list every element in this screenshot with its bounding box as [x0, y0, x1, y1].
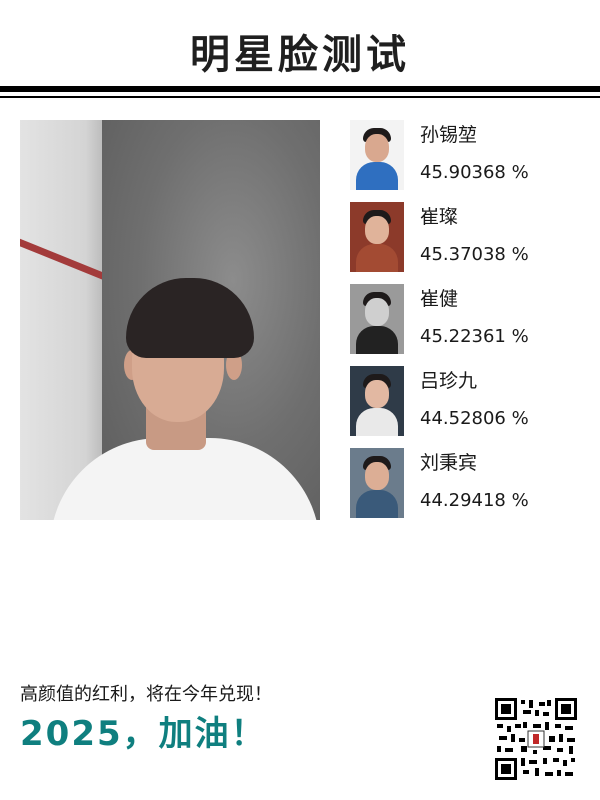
similarity-score: 44.52806 %	[420, 408, 529, 429]
qr-code-icon	[493, 696, 579, 782]
header-divider-thin	[0, 96, 600, 98]
match-result-item: 吕珍九 44.52806 %	[350, 366, 590, 436]
match-result-item: 刘秉宾 44.29418 %	[350, 448, 590, 518]
user-photo	[20, 120, 320, 520]
celebrity-name: 崔健	[420, 288, 459, 310]
similarity-score: 45.22361 %	[420, 326, 529, 347]
celebrity-name: 孙锡堃	[420, 124, 478, 146]
celebrity-name: 崔璨	[420, 206, 459, 228]
similarity-score: 44.29418 %	[420, 490, 529, 511]
match-result-item: 崔璨 45.37038 %	[350, 202, 590, 272]
celebrity-photo	[350, 120, 404, 190]
cheer-text: 2025，加油！	[20, 714, 267, 754]
header-divider-thick	[0, 86, 600, 92]
slogan-text: 高颜值的红利，将在今年兑现！	[20, 684, 272, 705]
celebrity-name: 吕珍九	[420, 370, 478, 392]
similarity-score: 45.37038 %	[420, 244, 529, 265]
page-title: 明星脸测试	[190, 32, 410, 78]
celebrity-name: 刘秉宾	[420, 452, 478, 474]
match-result-item: 崔健 45.22361 %	[350, 284, 590, 354]
celebrity-photo	[350, 202, 404, 272]
celebrity-photo	[350, 448, 404, 518]
celebrity-photo	[350, 366, 404, 436]
match-result-item: 孙锡堃 45.90368 %	[350, 120, 590, 190]
celebrity-photo	[350, 284, 404, 354]
similarity-score: 45.90368 %	[420, 162, 529, 183]
